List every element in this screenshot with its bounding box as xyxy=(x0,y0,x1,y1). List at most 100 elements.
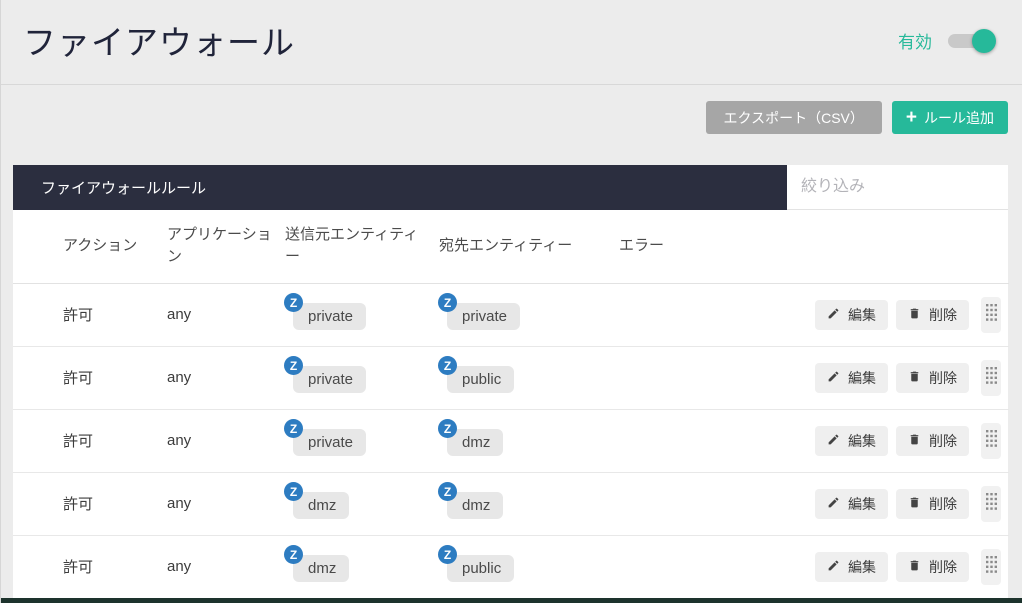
col-header-buttons xyxy=(718,210,1009,284)
edit-button[interactable]: 編集 xyxy=(815,299,888,330)
zone-label: public xyxy=(447,366,515,393)
zone-icon: Z xyxy=(438,545,457,564)
enable-toggle[interactable] xyxy=(948,28,996,53)
zone-tag: Z private xyxy=(284,293,367,330)
delete-button-label: 削除 xyxy=(929,432,957,449)
drag-handle[interactable] xyxy=(981,359,1001,396)
source-cell: Z private xyxy=(284,283,438,347)
export-csv-button[interactable]: エクスポート（CSV） xyxy=(705,101,882,134)
action-cell: 許可 xyxy=(13,409,166,473)
zone-label: private xyxy=(293,303,367,330)
drag-handle[interactable] xyxy=(981,485,1001,522)
zone-icon: Z xyxy=(284,482,303,501)
source-cell: Z private xyxy=(284,409,438,473)
table-row: 許可 any Z private Z public 編集 削除 xyxy=(13,346,1009,410)
zone-tag: Z private xyxy=(284,356,367,393)
enable-label: 有効 xyxy=(898,33,932,52)
zone-tag: Z public xyxy=(438,545,515,582)
delete-button-label: 削除 xyxy=(929,558,957,575)
destination-cell: Z dmz xyxy=(438,472,618,536)
zone-label: private xyxy=(293,429,367,456)
action-cell: 許可 xyxy=(13,535,166,599)
zone-icon: Z xyxy=(438,419,457,438)
pencil-icon xyxy=(827,307,840,323)
table-row: 許可 any Z dmz Z public 編集 削除 xyxy=(13,535,1009,599)
zone-label: public xyxy=(447,555,515,582)
application-cell: any xyxy=(166,409,284,473)
drag-handle[interactable] xyxy=(981,422,1001,459)
col-header-action: アクション xyxy=(13,210,166,284)
zone-tag: Z dmz xyxy=(438,482,504,519)
application-cell: any xyxy=(166,283,284,347)
zone-tag: Z private xyxy=(284,419,367,456)
edit-button[interactable]: 編集 xyxy=(815,551,888,582)
row-buttons-cell: 編集 削除 xyxy=(718,409,1009,473)
error-cell xyxy=(618,535,718,599)
rules-table: アクション アプリケーション 送信元エンティティー 宛先エンティティー エラー … xyxy=(13,210,1009,599)
error-cell xyxy=(618,346,718,410)
zone-icon: Z xyxy=(284,545,303,564)
zone-icon: Z xyxy=(284,293,303,312)
drag-handle[interactable] xyxy=(981,296,1001,333)
edit-button[interactable]: 編集 xyxy=(815,425,888,456)
trash-icon xyxy=(908,433,921,449)
plus-icon: + xyxy=(905,107,917,128)
toggle-knob xyxy=(972,28,996,53)
pencil-icon xyxy=(827,559,840,575)
destination-cell: Z private xyxy=(438,283,618,347)
delete-button[interactable]: 削除 xyxy=(896,425,969,456)
add-rule-button[interactable]: + ルール追加 xyxy=(891,101,1008,134)
zone-label: private xyxy=(447,303,521,330)
application-cell: any xyxy=(166,535,284,599)
delete-button-label: 削除 xyxy=(929,369,957,386)
toolbar: エクスポート（CSV） + ルール追加 xyxy=(1,85,1022,165)
zone-tag: Z dmz xyxy=(284,482,350,519)
col-header-destination: 宛先エンティティー xyxy=(438,210,618,284)
delete-button[interactable]: 削除 xyxy=(896,551,969,582)
delete-button[interactable]: 削除 xyxy=(896,362,969,393)
delete-button[interactable]: 削除 xyxy=(896,488,969,519)
trash-icon xyxy=(908,496,921,512)
trash-icon xyxy=(908,559,921,575)
source-cell: Z dmz xyxy=(284,535,438,599)
col-header-source: 送信元エンティティー xyxy=(284,210,438,284)
drag-dots-icon xyxy=(985,304,997,325)
delete-button[interactable]: 削除 xyxy=(896,299,969,330)
row-buttons-cell: 編集 削除 xyxy=(718,283,1009,347)
filter-box xyxy=(787,165,1008,210)
zone-icon: Z xyxy=(284,419,303,438)
error-cell xyxy=(618,283,718,347)
zone-icon: Z xyxy=(438,293,457,312)
zone-tag: Z dmz xyxy=(438,419,504,456)
action-cell: 許可 xyxy=(13,283,166,347)
drag-handle[interactable] xyxy=(981,548,1001,585)
panel-title: ファイアウォールルール xyxy=(13,165,787,210)
delete-button-label: 削除 xyxy=(929,306,957,323)
edit-button[interactable]: 編集 xyxy=(815,488,888,519)
source-cell: Z private xyxy=(284,346,438,410)
edit-button[interactable]: 編集 xyxy=(815,362,888,393)
zone-label: private xyxy=(293,366,367,393)
zone-icon: Z xyxy=(284,356,303,375)
filter-input[interactable] xyxy=(787,165,1008,209)
pencil-icon xyxy=(827,496,840,512)
trash-icon xyxy=(908,370,921,386)
firewall-rules-panel: ファイアウォールルール アクション アプリケーション 送信元エンティティー 宛先… xyxy=(13,165,1009,599)
zone-icon: Z xyxy=(438,356,457,375)
drag-dots-icon xyxy=(985,430,997,451)
panel-header: ファイアウォールルール xyxy=(13,165,1008,210)
error-cell xyxy=(618,472,718,536)
add-rule-label: ルール追加 xyxy=(924,109,994,126)
table-row: 許可 any Z dmz Z dmz 編集 削除 xyxy=(13,472,1009,536)
table-header-row: アクション アプリケーション 送信元エンティティー 宛先エンティティー エラー xyxy=(13,210,1009,284)
action-cell: 許可 xyxy=(13,472,166,536)
table-row: 許可 any Z private Z private 編集 削除 xyxy=(13,283,1009,347)
destination-cell: Z public xyxy=(438,346,618,410)
destination-cell: Z public xyxy=(438,535,618,599)
zone-tag: Z private xyxy=(438,293,521,330)
next-section-edge xyxy=(1,598,1022,603)
zone-tag: Z dmz xyxy=(284,545,350,582)
edit-button-label: 編集 xyxy=(848,306,876,323)
edit-button-label: 編集 xyxy=(848,432,876,449)
action-cell: 許可 xyxy=(13,346,166,410)
